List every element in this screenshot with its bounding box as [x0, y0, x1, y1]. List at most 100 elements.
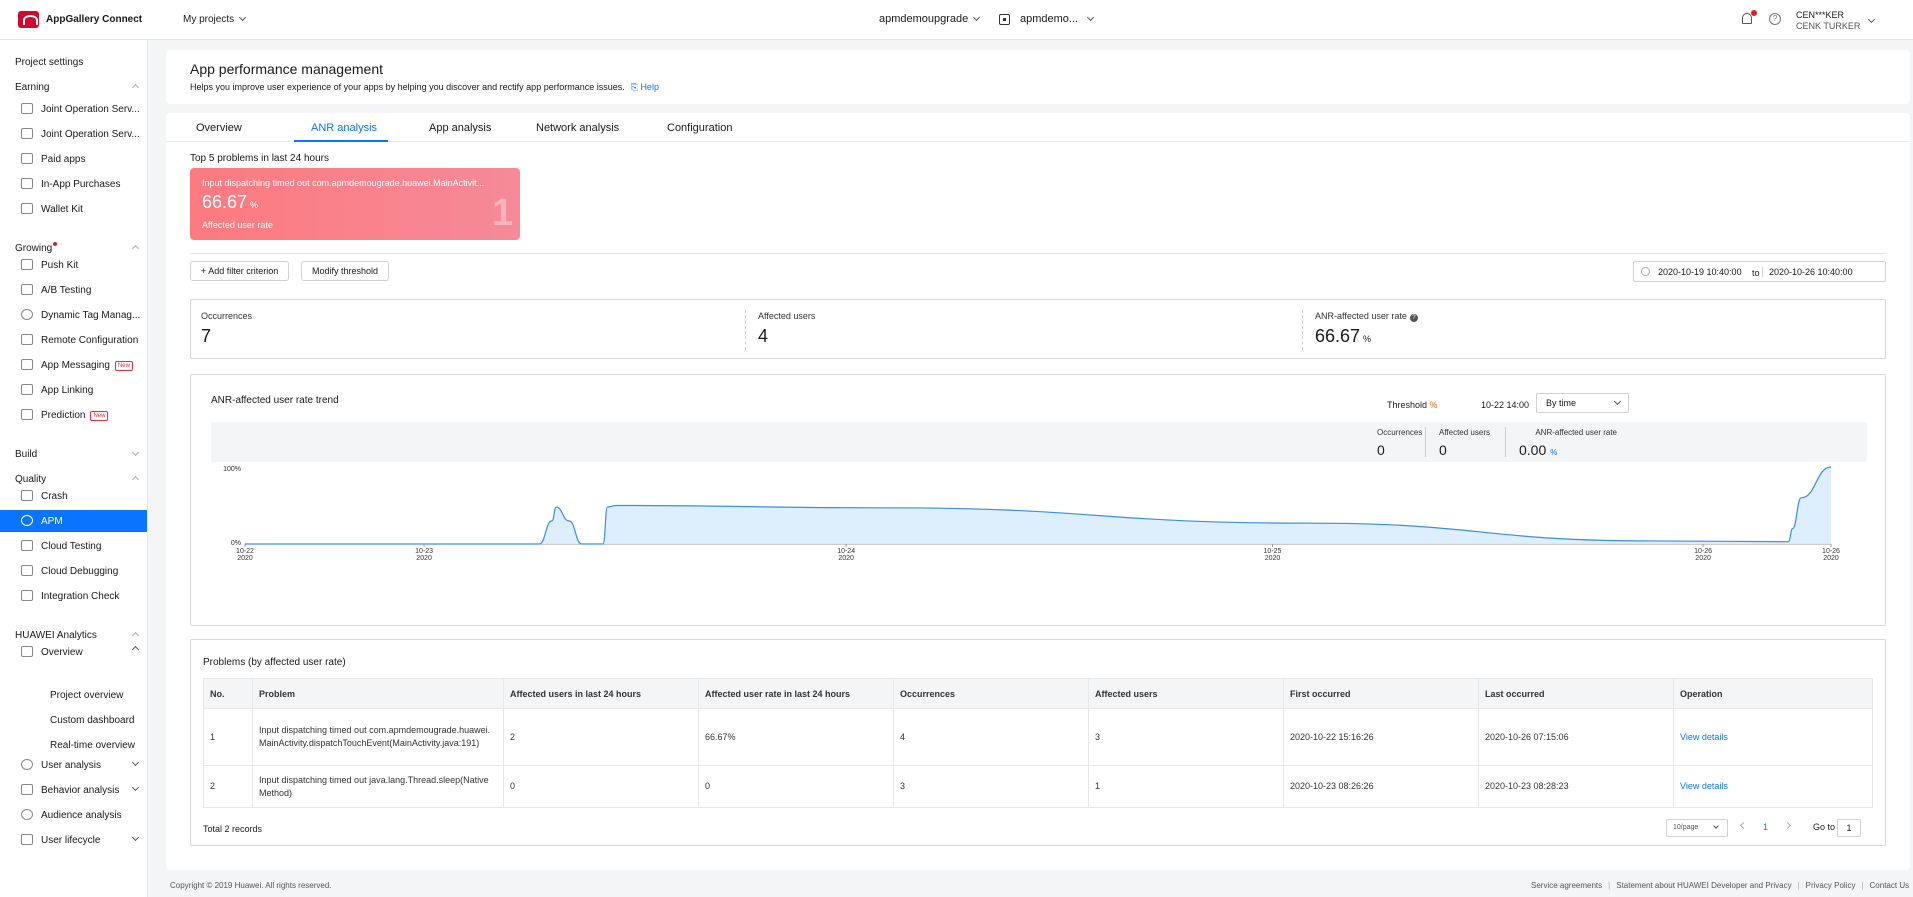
goto-page-input[interactable]: 1: [1837, 819, 1861, 837]
sidebar-section-huawei-analytics[interactable]: HUAWEI Analytics: [15, 630, 145, 641]
sidebar-item-audience-analysis[interactable]: Audience analysis: [0, 804, 147, 826]
sidebar-sub-custom-dashboard[interactable]: Custom dashboard: [50, 715, 135, 726]
sidebar-item-app-messaging[interactable]: App Messaging New: [0, 354, 147, 376]
modify-threshold-button[interactable]: Modify threshold: [301, 261, 390, 281]
tooltip-value: 0: [1439, 442, 1447, 458]
sidebar-item-integration-check[interactable]: Integration Check: [0, 585, 147, 607]
table-row[interactable]: 2 Input dispatching timed out java.lang.…: [203, 765, 1873, 808]
sidebar-item-ab-testing[interactable]: A/B Testing: [0, 279, 147, 301]
sidebar-item-user-analysis[interactable]: User analysis: [0, 754, 147, 776]
cell-problem[interactable]: Input dispatching timed out com.apmdemou…: [252, 708, 504, 766]
huawei-logo-icon[interactable]: [18, 11, 39, 28]
tab-anr-analysis[interactable]: ANR analysis: [311, 122, 377, 134]
sidebar-section-growing[interactable]: Growing: [15, 242, 145, 254]
cell-problem[interactable]: Input dispatching timed out java.lang.Th…: [252, 765, 504, 808]
tab-overview[interactable]: Overview: [196, 122, 242, 134]
project-selector[interactable]: apmdemoupgrade: [879, 13, 981, 25]
user-account-id[interactable]: CEN***KER: [1796, 10, 1844, 20]
sidebar-item-prediction[interactable]: Prediction New: [0, 404, 147, 426]
col-last-occurred[interactable]: Last occurred: [1478, 678, 1674, 709]
date-to-label: to: [1752, 268, 1760, 278]
date-from[interactable]: 2020-10-19 10:40:00: [1658, 267, 1742, 277]
sidebar-item-push-kit[interactable]: Push Kit: [0, 254, 147, 276]
page-header: App performance management Helps you imp…: [166, 50, 1910, 104]
sidebar-item-in-app-purchases[interactable]: In-App Purchases: [0, 173, 147, 195]
sidebar-item-cloud-debugging[interactable]: Cloud Debugging: [0, 560, 147, 582]
chevron-down-icon[interactable]: [1867, 15, 1876, 24]
footer-link-privacy-statement[interactable]: Statement about HUAWEI Developer and Pri…: [1616, 881, 1791, 890]
tab-network-analysis[interactable]: Network analysis: [536, 122, 619, 134]
footer-link-privacy-policy[interactable]: Privacy Policy: [1806, 881, 1856, 890]
tooltip-label: Occurrences: [1377, 428, 1423, 437]
sidebar-item-dynamic-tag-manager[interactable]: Dynamic Tag Manag...: [0, 304, 147, 326]
view-details-link[interactable]: View details: [1680, 781, 1728, 791]
prev-page-icon[interactable]: [1739, 821, 1748, 830]
col-problem[interactable]: Problem: [252, 678, 504, 709]
col-affected-users-24h[interactable]: Affected users in last 24 hours: [503, 678, 699, 709]
help-icon[interactable]: ?: [1769, 13, 1781, 25]
prediction-icon: [21, 409, 33, 420]
sidebar-item-overview[interactable]: Overview: [0, 641, 147, 663]
cell-affected-users: 1: [1088, 765, 1284, 808]
view-details-link[interactable]: View details: [1680, 732, 1728, 742]
tab-app-analysis[interactable]: App analysis: [429, 122, 491, 134]
user-name[interactable]: CENK TURKER: [1796, 21, 1860, 31]
chevron-down-icon: [131, 833, 140, 842]
footer-link-service-agreements[interactable]: Service agreements: [1531, 881, 1602, 890]
chevron-down-icon: [131, 758, 140, 767]
tab-divider: [166, 141, 1910, 142]
sidebar-item-user-lifecycle[interactable]: User lifecycle: [0, 829, 147, 851]
tooltip-label: Affected users: [1439, 428, 1490, 437]
col-occurrences[interactable]: Occurrences: [893, 678, 1089, 709]
content-card: Overview ANR analysis App analysis Netwo…: [166, 113, 1910, 870]
next-page-icon[interactable]: [1783, 821, 1792, 830]
add-filter-button[interactable]: + Add filter criterion: [190, 261, 290, 281]
sidebar-item-apm[interactable]: APM: [0, 510, 147, 532]
my-projects-dropdown[interactable]: My projects: [183, 13, 247, 25]
sidebar-sub-project-overview[interactable]: Project overview: [50, 690, 123, 701]
col-affected-users[interactable]: Affected users: [1088, 678, 1284, 709]
sidebar-project-settings[interactable]: Project settings: [15, 57, 83, 68]
sidebar-section-quality[interactable]: Quality: [15, 474, 145, 485]
metric-value: 66.67: [1315, 326, 1361, 346]
top-problem-card[interactable]: Input dispatching timed out com.apmdemou…: [190, 168, 520, 240]
tab-configuration[interactable]: Configuration: [667, 122, 732, 134]
sidebar-item-app-linking[interactable]: App Linking: [0, 379, 147, 401]
top5-title: Top 5 problems in last 24 hours: [190, 153, 329, 164]
sidebar-item-cloud-testing[interactable]: Cloud Testing: [0, 535, 147, 557]
col-affected-rate-24h[interactable]: Affected user rate in last 24 hours: [698, 678, 894, 709]
chevron-down-icon: [131, 448, 140, 457]
sidebar-scrollbar[interactable]: [147, 88, 148, 798]
current-page[interactable]: 1: [1763, 822, 1768, 832]
sidebar-item-label-wrap: Prediction New: [41, 410, 109, 422]
page-size-select[interactable]: 10/page: [1666, 819, 1728, 837]
date-to[interactable]: 2020-10-26 10:40:00: [1762, 267, 1853, 277]
trend-chart[interactable]: 100%0%10-22202010-23202010-24202010-2520…: [191, 461, 1885, 621]
chevron-down-icon: [131, 783, 140, 792]
sidebar-item-joint-operation-2[interactable]: Joint Operation Serv...: [0, 123, 147, 145]
col-first-occurred[interactable]: First occurred: [1283, 678, 1479, 709]
footer-link-contact-us[interactable]: Contact Us: [1870, 881, 1910, 890]
sidebar-section-earning[interactable]: Earning: [15, 82, 145, 93]
chevron-up-icon: [131, 244, 140, 253]
by-time-select[interactable]: By time: [1536, 393, 1629, 413]
sidebar-item-wallet-kit[interactable]: Wallet Kit: [0, 198, 147, 220]
sidebar-section-build[interactable]: Build: [15, 448, 145, 460]
sidebar-item-paid-apps[interactable]: Paid apps: [0, 148, 147, 170]
sidebar-item-joint-operation-1[interactable]: Joint Operation Serv...: [0, 98, 147, 120]
notification-dot: [1751, 10, 1757, 16]
table-row[interactable]: 1 Input dispatching timed out com.apmdem…: [203, 708, 1873, 766]
sidebar-item-remote-configuration[interactable]: Remote Configuration: [0, 329, 147, 351]
help-link[interactable]: ⎘ Help: [631, 82, 659, 92]
col-no[interactable]: No.: [203, 678, 253, 709]
sidebar-item-behavior-analysis[interactable]: Behavior analysis: [0, 779, 147, 801]
chevron-down-icon: [1613, 397, 1622, 406]
sidebar-item-crash[interactable]: Crash: [0, 485, 147, 507]
app-selector[interactable]: apmdemo...: [1020, 13, 1095, 25]
date-range-picker[interactable]: 2020-10-19 10:40:00 to 2020-10-26 10:40:…: [1633, 261, 1886, 282]
sidebar-item-label: User lifecycle: [41, 835, 101, 846]
col-operation: Operation: [1673, 678, 1873, 709]
brand-title[interactable]: AppGallery Connect: [46, 14, 142, 25]
sidebar-sub-real-time-overview[interactable]: Real-time overview: [50, 740, 135, 751]
question-icon[interactable]: ?: [1409, 314, 1418, 322]
